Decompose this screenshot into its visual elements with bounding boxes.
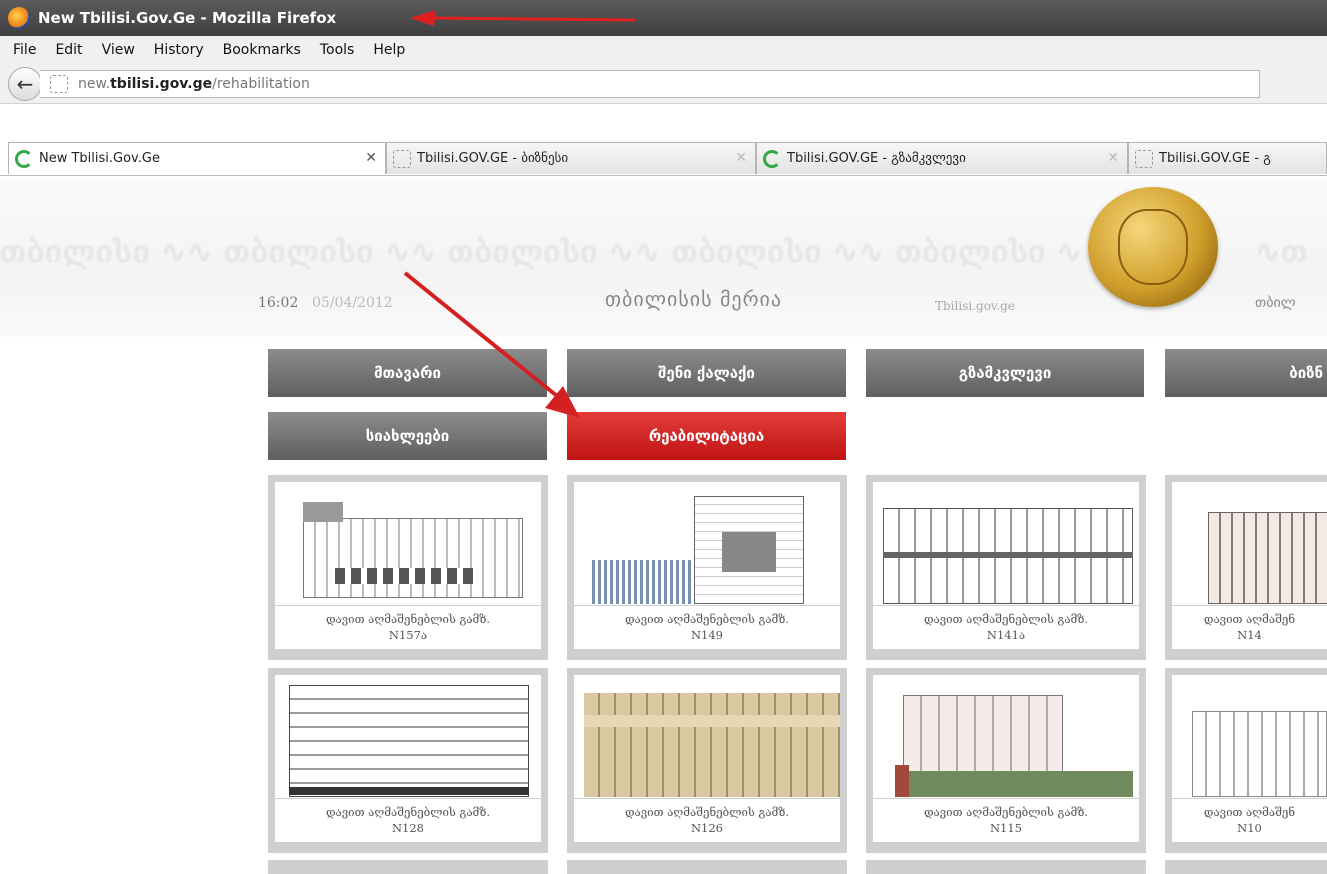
- site-name[interactable]: Tbilisi.gov.ge: [935, 299, 1015, 313]
- nav-guide[interactable]: გზამკვლევი: [866, 349, 1144, 397]
- url-host-prefix: new.: [78, 75, 111, 92]
- menu-bookmarks[interactable]: Bookmarks: [223, 42, 301, 58]
- card-number: N141ა: [986, 628, 1026, 642]
- annotation-arrow-icon: [410, 10, 636, 26]
- tab-label: Tbilisi.GOV.GE - გზამკვლევი: [787, 151, 966, 166]
- menu-edit[interactable]: Edit: [55, 42, 82, 58]
- card-address: დავით აღმაშენებლის გამზ.: [923, 805, 1089, 819]
- city-seal-logo[interactable]: [1088, 187, 1218, 307]
- navigation-toolbar: ← new. tbilisi.gov.ge/rehabilitation: [0, 64, 1327, 104]
- card-number: N157ა: [388, 628, 428, 642]
- building-drawing: [1172, 482, 1327, 605]
- url-host: tbilisi.gov.ge: [110, 75, 213, 92]
- building-drawing: [275, 675, 541, 798]
- site-header: თბილისი ∿∿ თბილისი ∿∿ თბილისი ∿∿ თბილისი…: [0, 177, 1327, 337]
- building-card[interactable]: დავით აღმაშენ N14: [1165, 475, 1327, 660]
- ornament-strip-right: ∿თ: [1255, 235, 1308, 270]
- building-card[interactable]: დავით აღმაშენებლის გამზ. N157ა: [268, 475, 548, 660]
- building-drawing: [574, 482, 840, 605]
- card-address: დავით აღმაშენებლის გამზ.: [624, 612, 790, 626]
- back-button[interactable]: ←: [8, 66, 42, 101]
- building-drawing: [1172, 675, 1327, 798]
- card-address: დავით აღმაშენებლის გამზ.: [624, 805, 790, 819]
- building-card[interactable]: [866, 860, 1146, 874]
- url-path: /rehabilitation: [212, 75, 310, 92]
- mayor-title[interactable]: თბილისის მერია: [605, 287, 782, 311]
- tab-cut[interactable]: Tbilisi.GOV.GE - გ: [1128, 142, 1327, 174]
- card-number: N149: [690, 628, 723, 642]
- menu-history[interactable]: History: [154, 42, 204, 58]
- menu-help[interactable]: Help: [373, 42, 405, 58]
- tab-strip: New Tbilisi.Gov.Ge ✕ Tbilisi.GOV.GE - ბი…: [0, 138, 1327, 176]
- nav-business[interactable]: ბიზნ: [1165, 349, 1327, 397]
- tab-business[interactable]: Tbilisi.GOV.GE - ბიზნესი ✕: [386, 142, 756, 174]
- ornament-strip: თბილისი ∿∿ თბილისი ∿∿ თბილისი ∿∿ თბილისი…: [0, 235, 1080, 270]
- building-card[interactable]: დავით აღმაშენებლის გამზ. N126: [567, 668, 847, 853]
- card-address: დავით აღმაშენებლის გამზ.: [923, 612, 1089, 626]
- building-card[interactable]: დავით აღმაშენებლის გამზ. N141ა: [866, 475, 1146, 660]
- url-bar[interactable]: new. tbilisi.gov.ge/rehabilitation: [40, 69, 1260, 98]
- card-address: დავით აღმაშენ: [1203, 805, 1296, 819]
- tab-label: New Tbilisi.Gov.Ge: [39, 151, 160, 166]
- card-address: დავით აღმაშენ: [1203, 612, 1296, 626]
- close-icon[interactable]: ✕: [365, 150, 377, 166]
- building-card[interactable]: [268, 860, 548, 874]
- card-address: დავით აღმაშენებლის გამზ.: [325, 612, 491, 626]
- green-loading-icon: [763, 149, 781, 168]
- building-drawing: [873, 675, 1139, 798]
- building-card[interactable]: დავით აღმაშენებლის გამზ. N128: [268, 668, 548, 853]
- card-address: დავით აღმაშენებლის გამზ.: [325, 805, 491, 819]
- annotation-arrow-icon: [403, 271, 580, 418]
- close-icon[interactable]: ✕: [735, 150, 747, 166]
- building-drawing: [574, 675, 840, 798]
- building-card[interactable]: [1165, 860, 1327, 874]
- green-loading-icon: [15, 149, 33, 168]
- menu-file[interactable]: File: [13, 42, 36, 58]
- building-drawing: [275, 482, 541, 605]
- tab-new-tbilisi[interactable]: New Tbilisi.Gov.Ge ✕: [8, 142, 386, 174]
- menu-bar: File Edit View History Bookmarks Tools H…: [0, 36, 1327, 64]
- close-icon[interactable]: ✕: [1107, 150, 1119, 166]
- building-drawing: [873, 482, 1139, 605]
- building-card[interactable]: [567, 860, 847, 874]
- nav-rehabilitation[interactable]: რეაბილიტაცია: [567, 412, 846, 460]
- tab-label: Tbilisi.GOV.GE - ბიზნესი: [417, 151, 569, 166]
- tab-guide[interactable]: Tbilisi.GOV.GE - გზამკვლევი ✕: [756, 142, 1128, 174]
- firefox-icon: [8, 7, 30, 29]
- card-number: N126: [690, 821, 723, 835]
- building-card[interactable]: დავით აღმაშენებლის გამზ. N149: [567, 475, 847, 660]
- card-number: N14: [1237, 628, 1262, 642]
- nav-your-city[interactable]: შენი ქალაქი: [567, 349, 846, 397]
- menu-view[interactable]: View: [102, 42, 135, 58]
- site-identity-icon[interactable]: [50, 74, 68, 93]
- tab-label: Tbilisi.GOV.GE - გ: [1159, 151, 1271, 166]
- blank-page-icon: [1135, 149, 1153, 168]
- building-card[interactable]: დავით აღმაშენ N10: [1165, 668, 1327, 853]
- clock: 16:02: [258, 295, 299, 311]
- building-card[interactable]: დავით აღმაშენებლის გამზ. N115: [866, 668, 1146, 853]
- back-arrow-icon: ←: [16, 71, 34, 96]
- date: 05/04/2012: [312, 295, 393, 311]
- window-titlebar: New Tbilisi.Gov.Ge - Mozilla Firefox: [0, 0, 1327, 36]
- window-title: New Tbilisi.Gov.Ge - Mozilla Firefox: [38, 9, 337, 27]
- blank-page-icon: [393, 149, 411, 168]
- card-number: N115: [989, 821, 1022, 835]
- card-number: N10: [1237, 821, 1262, 835]
- menu-tools[interactable]: Tools: [320, 42, 355, 58]
- mayor-title-cut: თბილ: [1255, 295, 1296, 311]
- card-number: N128: [391, 821, 424, 835]
